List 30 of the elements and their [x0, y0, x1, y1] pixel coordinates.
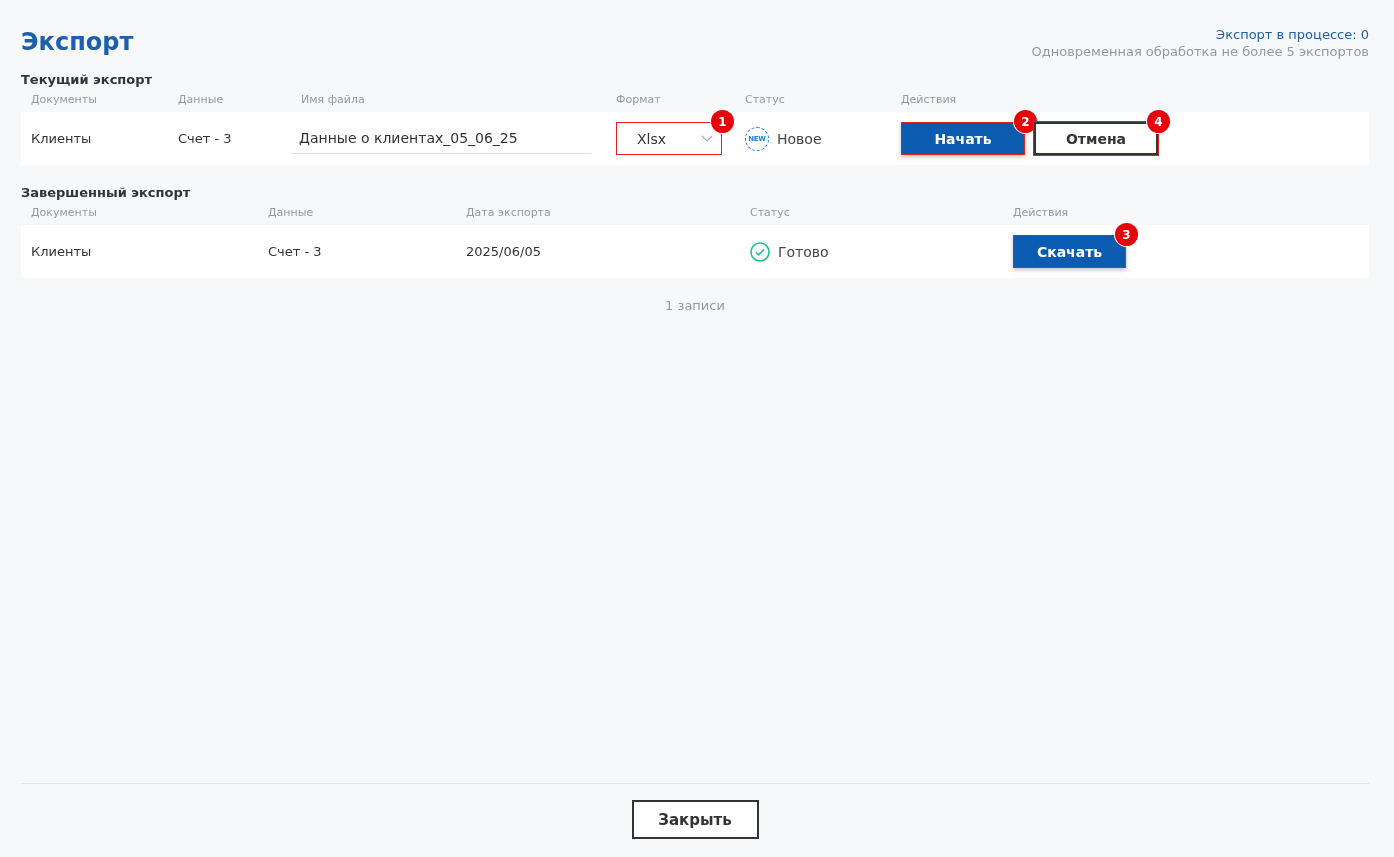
table-cell-text: Клиенты — [31, 131, 93, 146]
column-header: Статус — [750, 206, 791, 219]
table-cell-text: Счет - 3 — [178, 131, 233, 146]
column-header: Данные — [268, 206, 315, 219]
column-header: Документы — [31, 93, 98, 106]
record-count: 1 записи — [664, 298, 726, 313]
close-button[interactable]: Закрыть — [631, 800, 759, 839]
column-header: Действия — [1013, 206, 1070, 219]
status-text: Готово — [778, 243, 829, 260]
table-cell-text: Клиенты — [31, 244, 93, 259]
column-header: Документы — [31, 206, 98, 219]
table-cell-text: Счет - 3 — [268, 244, 323, 259]
callout-marker: 3 — [1115, 223, 1138, 246]
column-header: Статус — [745, 93, 786, 106]
column-header: Действия — [901, 93, 958, 106]
table-cell-text: 2025/06/05 — [466, 244, 542, 259]
column-header: Дата экспорта — [466, 206, 552, 219]
chevron-down-icon — [701, 134, 713, 143]
column-header: Данные — [178, 93, 225, 106]
export-count-text: Экспорт в процессе: 0 — [1215, 26, 1369, 43]
status-text: Новое — [777, 130, 822, 147]
callout-marker: 1 — [711, 110, 734, 133]
column-header: Имя файла — [301, 93, 366, 106]
check-circle-icon — [750, 241, 770, 262]
callout-marker: 4 — [1147, 110, 1170, 133]
page-title: Экспорт — [21, 28, 134, 56]
column-header: Формат — [616, 93, 662, 106]
export-limit-note: Одновременная обработка не более 5 экспортов — [1031, 43, 1369, 60]
section-heading: Завершенный экспорт — [21, 184, 192, 202]
section-heading: Текущий экспорт — [21, 71, 154, 89]
